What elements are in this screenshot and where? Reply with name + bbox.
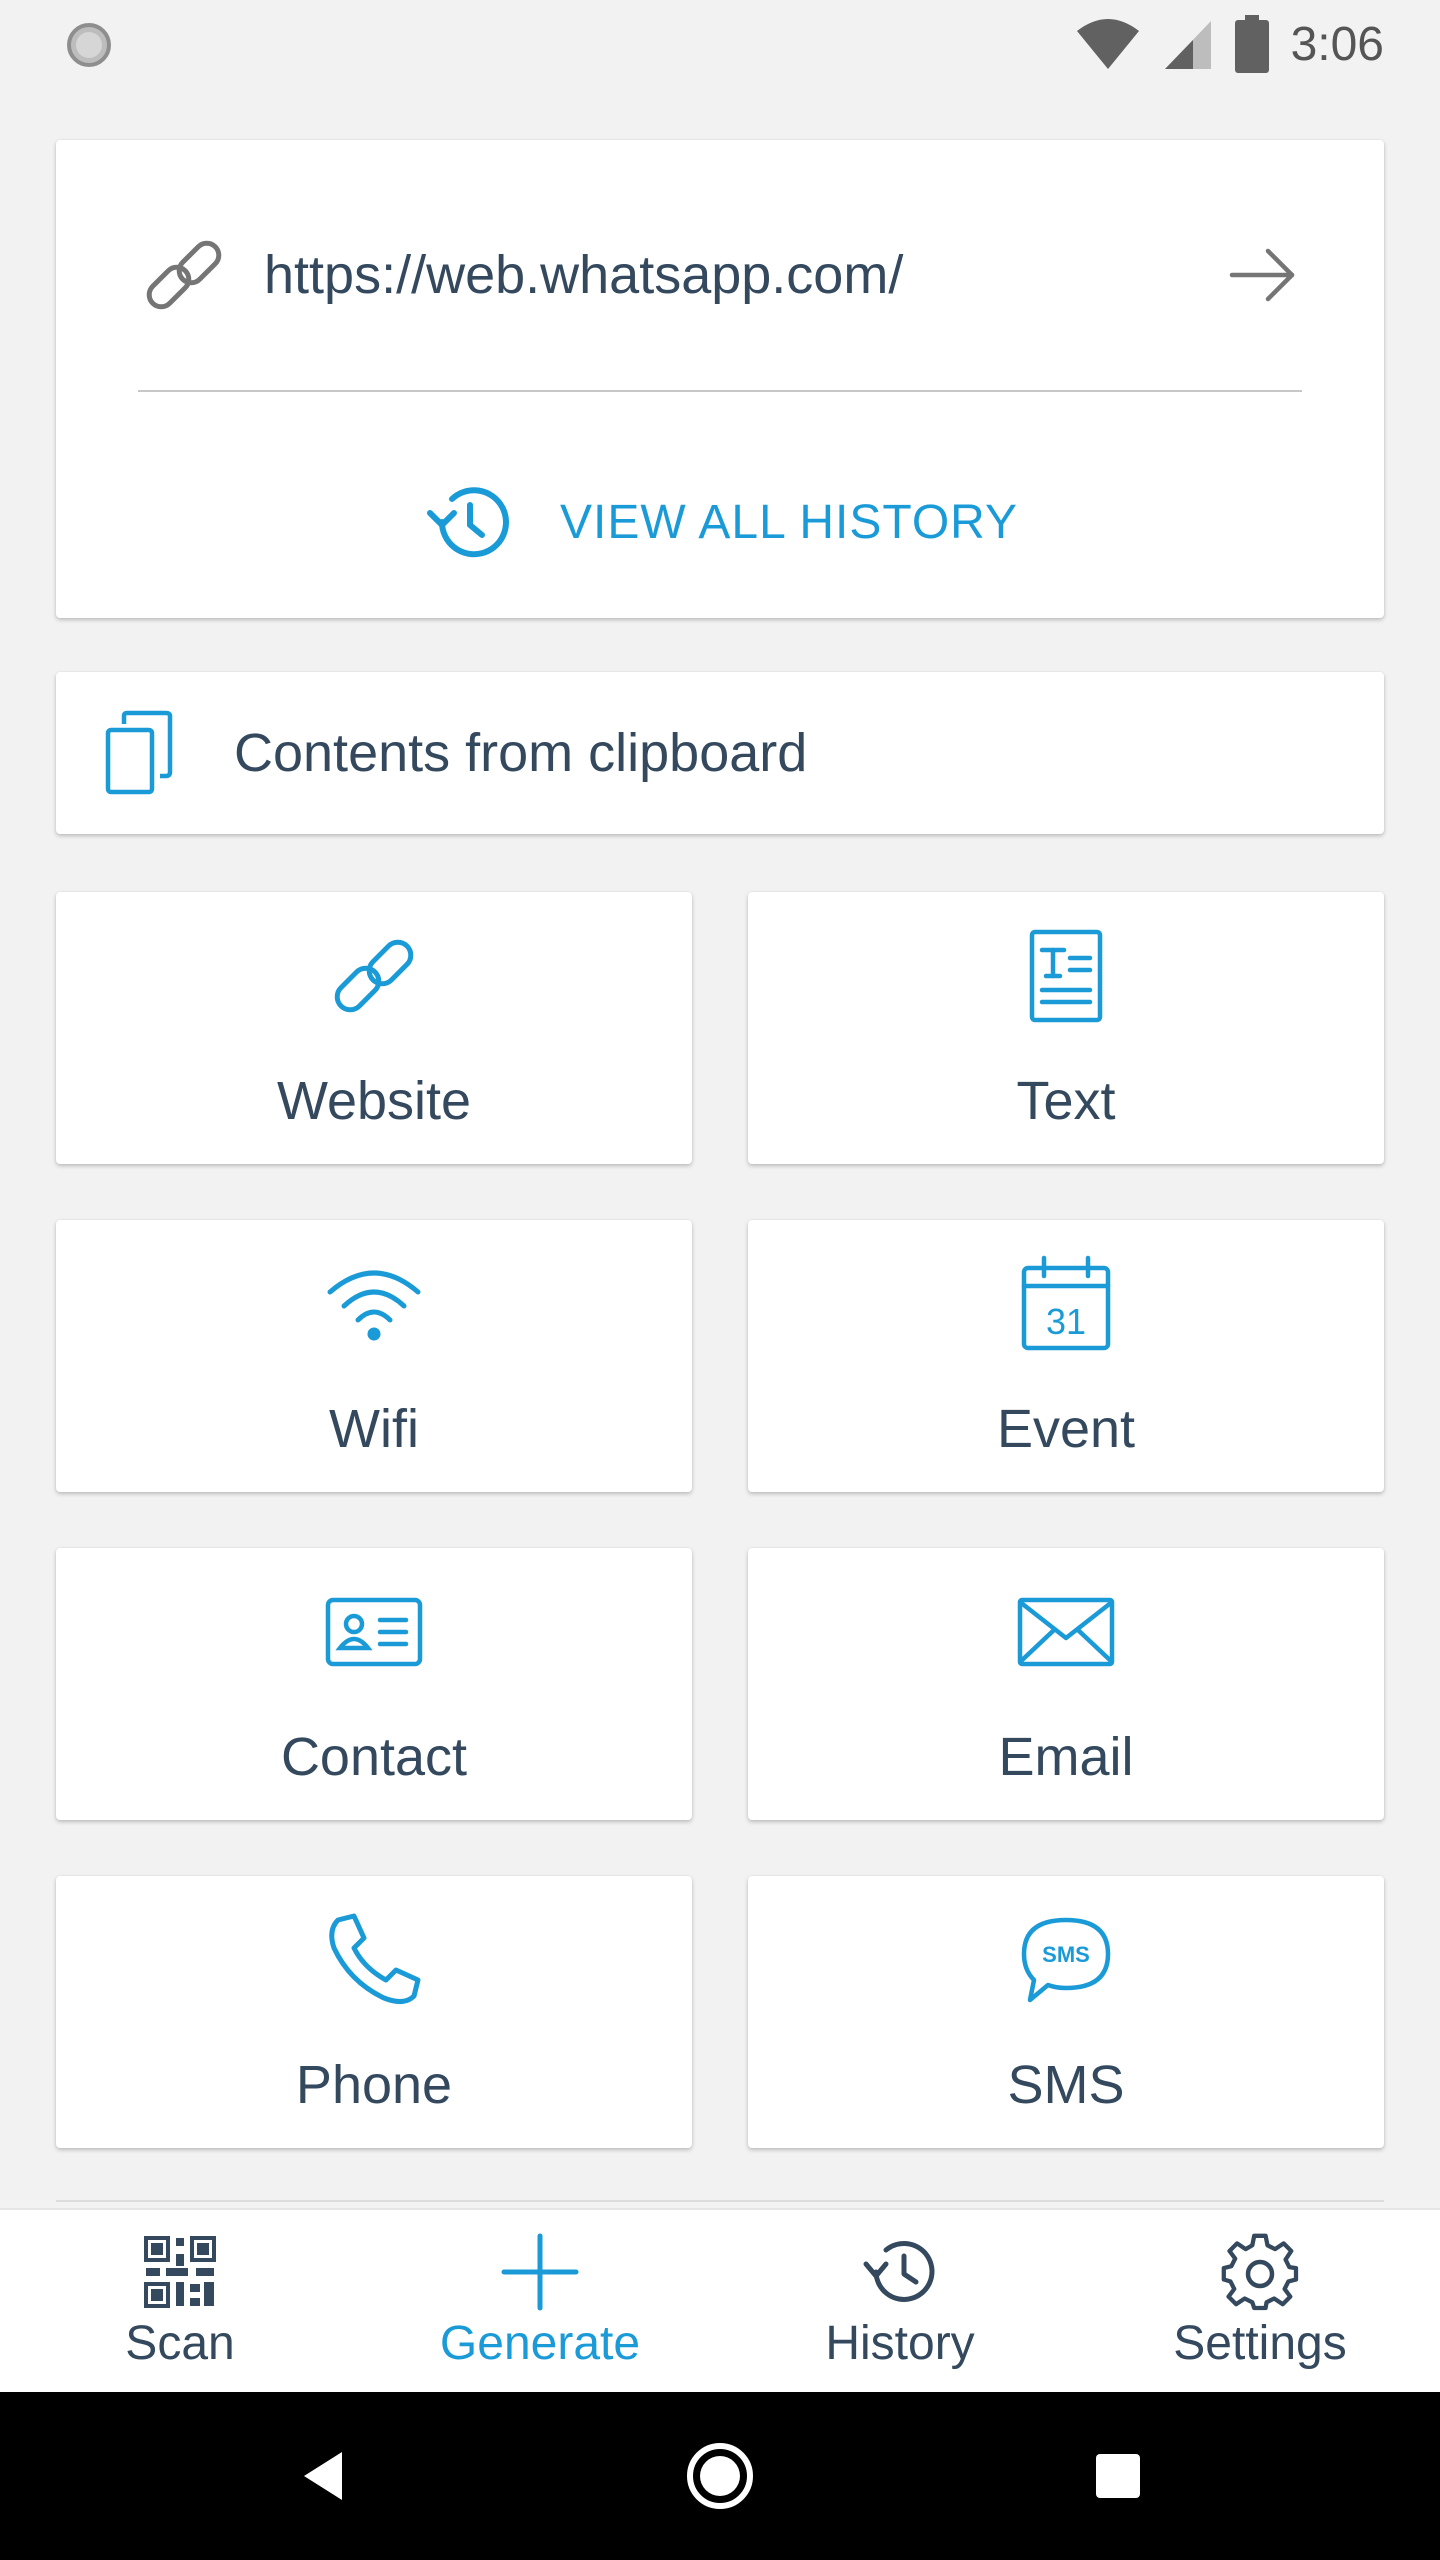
tile-sms-label: SMS bbox=[1007, 2055, 1125, 2115]
history-icon bbox=[427, 487, 510, 558]
tile-website[interactable]: Website bbox=[56, 892, 692, 1164]
status-time: 3:06 bbox=[1290, 17, 1384, 71]
qr-code-icon bbox=[144, 2236, 216, 2308]
nav-generate-label: Generate bbox=[439, 2317, 641, 2370]
tile-website-label: Website bbox=[276, 1071, 472, 1131]
view-all-history-label: VIEW ALL HISTORY bbox=[560, 495, 1018, 549]
clipboard-label: Contents from clipboard bbox=[234, 723, 808, 783]
battery-icon bbox=[1234, 15, 1269, 73]
nav-settings[interactable]: Settings bbox=[1080, 2210, 1440, 2392]
back-triangle-icon[interactable] bbox=[282, 2436, 362, 2516]
gear-icon bbox=[1221, 2233, 1299, 2311]
recents-square-icon[interactable] bbox=[1078, 2436, 1158, 2516]
tile-phone-label: Phone bbox=[295, 2055, 453, 2115]
system-navigation-bar bbox=[0, 2392, 1440, 2560]
sms-bubble-icon: SMS bbox=[1021, 1917, 1111, 2003]
calendar-day-number: 31 bbox=[1046, 1301, 1086, 1342]
status-right: 3:06 bbox=[1075, 14, 1384, 74]
plus-icon bbox=[501, 2233, 579, 2311]
tile-text-label: Text bbox=[1016, 1071, 1116, 1131]
sms-bubble-text: SMS bbox=[1042, 1942, 1090, 1967]
clipboard-icon bbox=[105, 710, 173, 795]
clipboard-card[interactable]: Contents from clipboard bbox=[56, 672, 1384, 834]
last-scan-row[interactable]: https://web.whatsapp.com/ bbox=[138, 210, 1302, 340]
status-bar: 3:06 bbox=[0, 0, 1440, 84]
tile-sms[interactable]: SMS SMS bbox=[748, 1876, 1384, 2148]
sync-indicator-icon bbox=[67, 23, 111, 67]
tile-contact-label: Contact bbox=[280, 1727, 468, 1787]
last-scan-card: https://web.whatsapp.com/ VIEW ALL HISTO… bbox=[56, 140, 1384, 618]
tile-text[interactable]: Text bbox=[748, 892, 1384, 1164]
view-all-history-button[interactable]: VIEW ALL HISTORY bbox=[56, 460, 1384, 584]
nav-scan[interactable]: Scan bbox=[0, 2210, 360, 2392]
cell-signal-icon bbox=[1164, 21, 1211, 69]
tile-wifi-label: Wifi bbox=[329, 1399, 419, 1459]
app-screen: 3:06 https://web.whatsapp.com/ VIEW ALL … bbox=[0, 0, 1440, 2560]
website-link-icon bbox=[334, 939, 414, 1013]
phone-icon bbox=[329, 1913, 421, 2004]
tile-phone[interactable]: Phone bbox=[56, 1876, 692, 2148]
tile-event[interactable]: 31 Event bbox=[748, 1220, 1384, 1492]
bottom-navigation: Scan Generate History Settings bbox=[0, 2208, 1440, 2392]
envelope-icon bbox=[1017, 1597, 1115, 1667]
nav-scan-label: Scan bbox=[125, 2317, 235, 2370]
tile-contact[interactable]: Contact bbox=[56, 1548, 692, 1820]
home-circle-icon[interactable] bbox=[680, 2436, 760, 2516]
calendar-icon: 31 bbox=[1021, 1255, 1111, 1351]
nav-history-label: History bbox=[825, 2317, 975, 2370]
nav-history[interactable]: History bbox=[720, 2210, 1080, 2392]
text-document-icon bbox=[1029, 929, 1103, 1023]
wifi-signal-icon bbox=[1076, 19, 1139, 69]
contact-card-icon bbox=[325, 1597, 423, 1667]
link-icon bbox=[146, 240, 222, 310]
nav-generate[interactable]: Generate bbox=[360, 2210, 720, 2392]
divider bbox=[138, 390, 1302, 392]
nav-settings-label: Settings bbox=[1173, 2317, 1347, 2370]
tile-email-label: Email bbox=[998, 1727, 1134, 1787]
tile-email[interactable]: Email bbox=[748, 1548, 1384, 1820]
history-clock-icon bbox=[863, 2241, 935, 2302]
arrow-right-icon[interactable] bbox=[1222, 235, 1302, 315]
tile-wifi[interactable]: Wifi bbox=[56, 1220, 692, 1492]
content-bottom-divider bbox=[56, 2200, 1384, 2202]
tile-event-label: Event bbox=[996, 1399, 1136, 1459]
wifi-icon bbox=[327, 1270, 421, 1341]
last-scan-url: https://web.whatsapp.com/ bbox=[264, 245, 904, 305]
